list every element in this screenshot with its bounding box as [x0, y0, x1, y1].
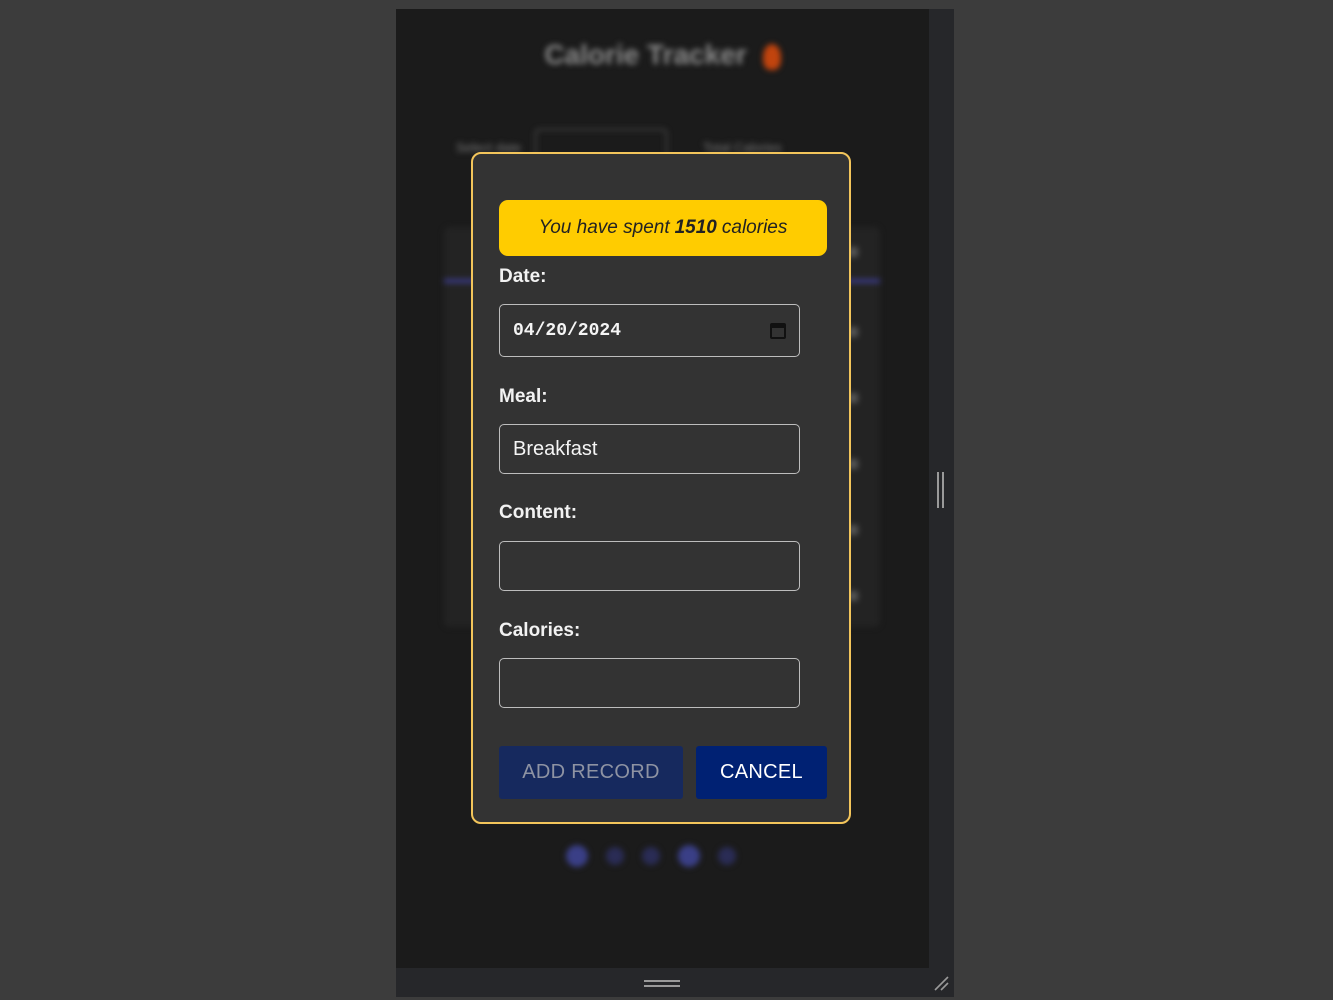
banner-suffix: calories — [721, 217, 788, 238]
banner-prefix: You have spent — [538, 217, 670, 238]
date-label: Date: — [499, 266, 547, 287]
handle-line — [644, 980, 680, 982]
resize-handle-icon[interactable] — [933, 975, 949, 991]
calories-label: Calories: — [499, 620, 581, 641]
date-input[interactable]: 04/20/2024 — [499, 304, 800, 357]
banner-calories-value: 1510 — [674, 217, 717, 238]
add-record-button[interactable]: ADD RECORD — [499, 746, 683, 799]
side-resize-handle[interactable] — [937, 472, 945, 508]
app-title-text: Calorie Tracker — [544, 39, 747, 70]
handle-line — [942, 472, 944, 508]
page-dot — [642, 847, 660, 865]
page-dot — [718, 847, 736, 865]
device-frame: Calorie Tracker Select date Total Calori… — [396, 9, 954, 997]
calendar-icon[interactable] — [770, 322, 786, 339]
page-dot — [678, 845, 700, 867]
content-input[interactable] — [499, 541, 800, 591]
meal-label: Meal: — [499, 386, 548, 407]
date-value: 04/20/2024 — [513, 320, 622, 341]
page-dot — [566, 845, 588, 867]
app-title: Calorie Tracker — [396, 39, 929, 71]
calories-spent-banner: You have spent 1510 calories — [499, 200, 827, 256]
content-label: Content: — [499, 502, 578, 523]
handle-line — [644, 985, 680, 987]
flame-icon — [762, 43, 781, 70]
bottom-resize-handle[interactable] — [644, 980, 680, 988]
meal-input[interactable] — [499, 424, 800, 474]
pagination — [566, 845, 736, 867]
calories-input[interactable] — [499, 658, 800, 708]
add-record-modal: You have spent 1510 calories Date: 04/20… — [471, 152, 851, 824]
page-dot — [606, 847, 624, 865]
cancel-button[interactable]: CANCEL — [696, 746, 827, 799]
app-viewport: Calorie Tracker Select date Total Calori… — [396, 9, 929, 968]
handle-line — [937, 472, 939, 508]
